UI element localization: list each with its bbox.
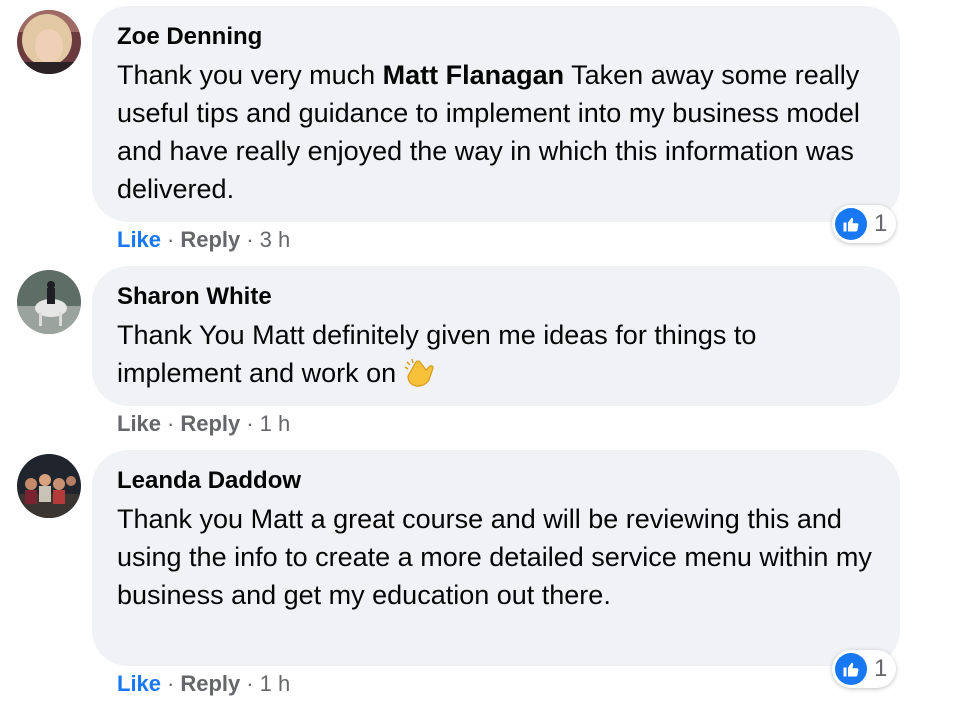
comment-actions: Like · Reply · 3 h: [117, 226, 290, 254]
comment-text-body: Thank You Matt definitely given me ideas…: [117, 320, 757, 388]
comment-author[interactable]: Sharon White: [117, 282, 876, 312]
comment-timestamp[interactable]: 1 h: [260, 411, 291, 436]
avatar[interactable]: [17, 454, 81, 518]
separator: ·: [246, 227, 254, 252]
comment-text-before: Thank you very much: [117, 60, 383, 90]
comment-author[interactable]: Zoe Denning: [117, 22, 876, 52]
like-button[interactable]: Like: [117, 671, 161, 696]
reaction-count: 1: [874, 210, 888, 237]
avatar[interactable]: [17, 10, 81, 74]
comment-actions: Like · Reply · 1 h: [117, 670, 290, 698]
reaction-summary[interactable]: 1: [832, 205, 896, 243]
reply-button[interactable]: Reply: [180, 227, 240, 252]
reaction-summary[interactable]: 1: [832, 650, 896, 688]
like-button[interactable]: Like: [117, 411, 161, 436]
separator: ·: [167, 671, 175, 696]
avatar-photo: [17, 270, 81, 334]
comment-actions: Like · Reply · 1 h: [117, 410, 290, 438]
avatar[interactable]: [17, 270, 81, 334]
separator: ·: [246, 411, 254, 436]
comment-text: Thank You Matt definitely given me ideas…: [117, 316, 876, 392]
thumbs-up-icon: [835, 208, 867, 240]
reply-button[interactable]: Reply: [180, 411, 240, 436]
comment-timestamp[interactable]: 1 h: [260, 671, 291, 696]
comment-bubble: Zoe Denning Thank you very much Matt Fla…: [92, 6, 900, 222]
mention-link[interactable]: Matt Flanagan: [383, 60, 565, 90]
clapping-hands-emoji: [404, 358, 434, 387]
thumbs-up-icon: [835, 653, 867, 685]
like-button[interactable]: Like: [117, 227, 161, 252]
separator: ·: [167, 227, 175, 252]
comment-bubble: Sharon White Thank You Matt definitely g…: [92, 266, 900, 406]
separator: ·: [167, 411, 175, 436]
separator: ·: [246, 671, 254, 696]
avatar-photo: [17, 454, 81, 518]
avatar-photo: [17, 10, 81, 74]
reaction-count: 1: [874, 655, 888, 682]
reply-button[interactable]: Reply: [180, 671, 240, 696]
comment-text: Thank you very much Matt Flanagan Taken …: [117, 56, 876, 208]
comment-author[interactable]: Leanda Daddow: [117, 466, 876, 496]
comment-timestamp[interactable]: 3 h: [260, 227, 291, 252]
comment-bubble: Leanda Daddow Thank you Matt a great cou…: [92, 450, 900, 666]
comment-text: Thank you Matt a great course and will b…: [117, 504, 872, 610]
